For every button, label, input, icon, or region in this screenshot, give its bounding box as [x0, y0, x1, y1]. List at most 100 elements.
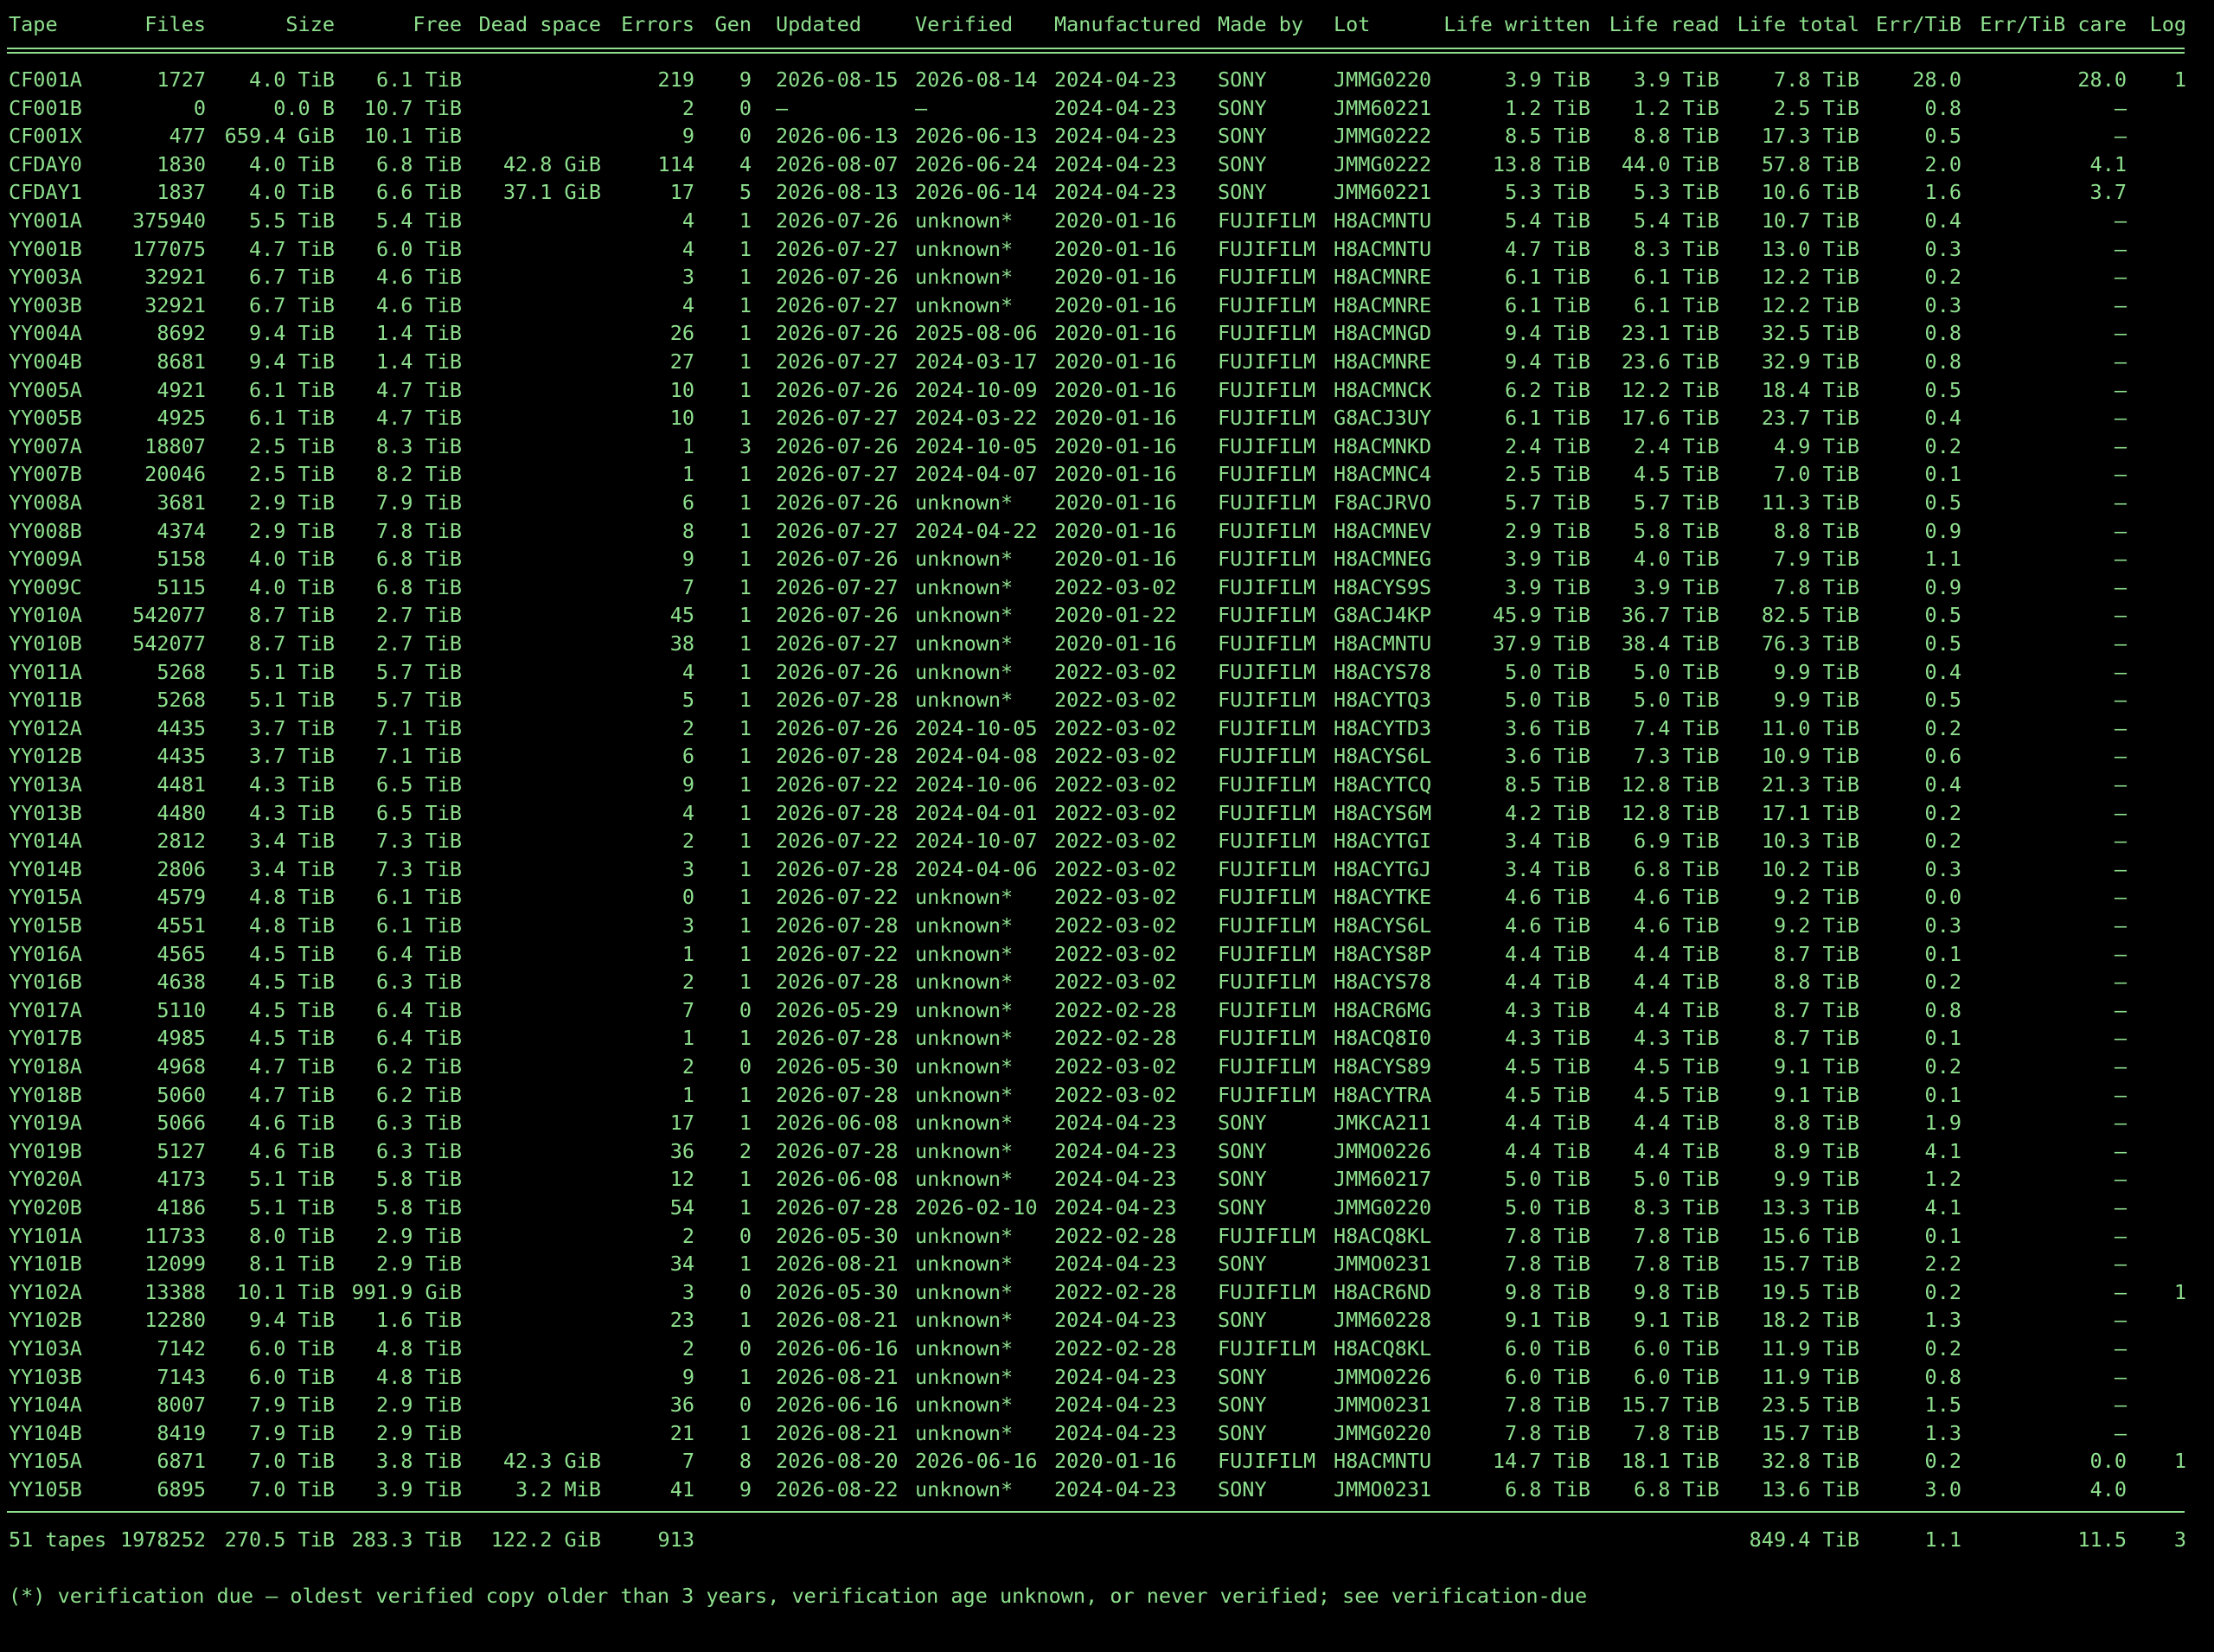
cell-lifewritten: 4.4 TiB [1504, 1138, 1590, 1163]
cell-liferead: 5.0 TiB [1633, 688, 1719, 713]
cell-lifewritten: 4.4 TiB [1504, 1111, 1590, 1136]
cell-verified: unknown* [915, 1026, 1014, 1051]
cell-gen: 1 [739, 603, 752, 628]
cell-madeby: FUJIFILM [1218, 574, 1316, 599]
cell-errtib: 1.3 [1924, 1308, 1961, 1333]
cell-lifewritten: 6.1 TiB [1504, 406, 1590, 431]
cell-files: 13388 [144, 1279, 206, 1304]
cell-manufactured: 2024-04-23 [1054, 95, 1177, 120]
cell-errors: 34 [669, 1252, 694, 1277]
cell-lifetotal: 7.8 TiB [1773, 67, 1859, 92]
cell-lifewritten: 3.4 TiB [1504, 856, 1590, 881]
cell-updated: 2026-07-27 [776, 518, 899, 543]
cell-liferead: 6.8 TiB [1633, 1477, 1719, 1502]
cell-liferead: 8.3 TiB [1633, 236, 1719, 261]
cell-free: 6.1 TiB [375, 885, 462, 910]
cell-free: 6.5 TiB [375, 800, 462, 825]
cell-gen: 1 [739, 292, 752, 317]
cell-madeby: FUJIFILM [1218, 688, 1316, 713]
cell-manufactured: 2022-03-02 [1054, 1082, 1177, 1107]
cell-errors: 36 [669, 1393, 694, 1418]
cell-size: 8.7 TiB [248, 603, 335, 628]
cell-lot: H8ACYTQ3 [1334, 688, 1432, 713]
cell-errors: 3 [681, 1279, 694, 1304]
cell-files: 5268 [157, 688, 206, 713]
cell-manufactured: 2024-04-23 [1054, 1167, 1177, 1192]
cell-errtibcare: – [2114, 1420, 2127, 1445]
cell-errtibcare: – [2114, 518, 2127, 543]
cell-manufactured: 2020-01-16 [1054, 377, 1177, 402]
cell-files: 4565 [157, 941, 206, 966]
column-header-log: Log [2149, 12, 2186, 36]
table-row: YY019A 5066 4.6 TiB 6.3 TiB 17 1 2026-06-08 unk… [0, 1109, 2214, 1137]
cell-updated: 2026-08-21 [776, 1364, 899, 1389]
cell-files: 4435 [157, 744, 206, 769]
cell-errtib: 28.0 [1912, 67, 1961, 92]
cell-tape: YY008A [9, 490, 82, 515]
cell-tape: YY018A [9, 1054, 82, 1079]
cell-manufactured: 2022-03-02 [1054, 941, 1177, 966]
cell-size: 7.9 TiB [248, 1420, 335, 1445]
table-row: YY005B 4925 6.1 TiB 4.7 TiB 10 1 2026-07-27 202… [0, 404, 2214, 432]
cell-tape: YY012A [9, 715, 82, 740]
cell-errors: 41 [669, 1477, 694, 1502]
cell-tape: YY018B [9, 1082, 82, 1107]
cell-lifetotal: 13.0 TiB [1761, 236, 1859, 261]
cell-manufactured: 2020-01-16 [1054, 518, 1177, 543]
cell-verified: unknown* [915, 1364, 1014, 1389]
cell-errors: 23 [669, 1308, 694, 1333]
cell-gen: 1 [739, 518, 752, 543]
cell-lifewritten: 6.0 TiB [1504, 1336, 1590, 1361]
cell-errtib: 3.0 [1924, 1477, 1961, 1502]
cell-lifetotal: 11.9 TiB [1761, 1336, 1859, 1361]
table-row: YY001A 375940 5.5 TiB 5.4 TiB 4 1 2026-07-26 un… [0, 207, 2214, 234]
cell-liferead: 1.2 TiB [1633, 95, 1719, 120]
cell-lifewritten: 5.0 TiB [1504, 688, 1590, 713]
total-errtib: 1.1 [1924, 1527, 1961, 1552]
cell-size: 6.7 TiB [248, 292, 335, 317]
cell-liferead: 4.5 TiB [1633, 1054, 1719, 1079]
column-header-free: Free [413, 12, 462, 36]
cell-updated: 2026-05-30 [776, 1223, 899, 1248]
cell-tape: YY009C [9, 574, 82, 599]
cell-errtibcare: – [2114, 659, 2127, 684]
table-row: YY104B 8419 7.9 TiB 2.9 TiB 21 1 2026-08-21 unk… [0, 1419, 2214, 1447]
cell-lifetotal: 13.6 TiB [1761, 1477, 1859, 1502]
cell-updated: 2026-07-22 [776, 885, 899, 910]
table-row: YY018B 5060 4.7 TiB 6.2 TiB 1 1 2026-07-28 unkn… [0, 1081, 2214, 1109]
cell-free: 4.8 TiB [375, 1336, 462, 1361]
cell-free: 6.4 TiB [375, 1026, 462, 1051]
total-tape: 51 tapes [9, 1527, 107, 1552]
cell-verified: 2024-04-22 [915, 518, 1038, 543]
cell-updated: 2026-07-27 [776, 631, 899, 656]
cell-free: 3.8 TiB [375, 1449, 462, 1474]
cell-madeby: FUJIFILM [1218, 631, 1316, 656]
cell-updated: 2026-08-15 [776, 67, 899, 92]
cell-lot: H8ACMNTU [1334, 631, 1432, 656]
cell-size: 4.0 TiB [248, 151, 335, 176]
cell-lifewritten: 8.5 TiB [1504, 124, 1590, 149]
cell-madeby: SONY [1218, 1420, 1267, 1445]
cell-lot: H8ACYS78 [1334, 659, 1432, 684]
cell-errors: 1 [681, 433, 694, 458]
cell-lifetotal: 8.8 TiB [1773, 1111, 1859, 1136]
cell-madeby: FUJIFILM [1218, 829, 1316, 854]
cell-free: 6.4 TiB [375, 941, 462, 966]
cell-lifetotal: 9.2 TiB [1773, 913, 1859, 938]
cell-liferead: 6.0 TiB [1633, 1364, 1719, 1389]
cell-tape: CF001X [9, 124, 82, 149]
cell-verified: 2024-10-05 [915, 433, 1038, 458]
cell-size: 9.4 TiB [248, 349, 335, 374]
cell-errors: 2 [681, 970, 694, 995]
cell-liferead: 6.0 TiB [1633, 1336, 1719, 1361]
cell-lifetotal: 8.7 TiB [1773, 997, 1859, 1022]
cell-tape: CFDAY1 [9, 180, 82, 205]
cell-size: 5.5 TiB [248, 208, 335, 233]
cell-verified: 2024-03-17 [915, 349, 1038, 374]
cell-madeby: FUJIFILM [1218, 1336, 1316, 1361]
cell-liferead: 8.8 TiB [1633, 124, 1719, 149]
cell-lifewritten: 3.6 TiB [1504, 715, 1590, 740]
cell-lifetotal: 18.2 TiB [1761, 1308, 1859, 1333]
cell-errtibcare: – [2114, 631, 2127, 656]
cell-lot: JMMG0222 [1334, 151, 1432, 176]
